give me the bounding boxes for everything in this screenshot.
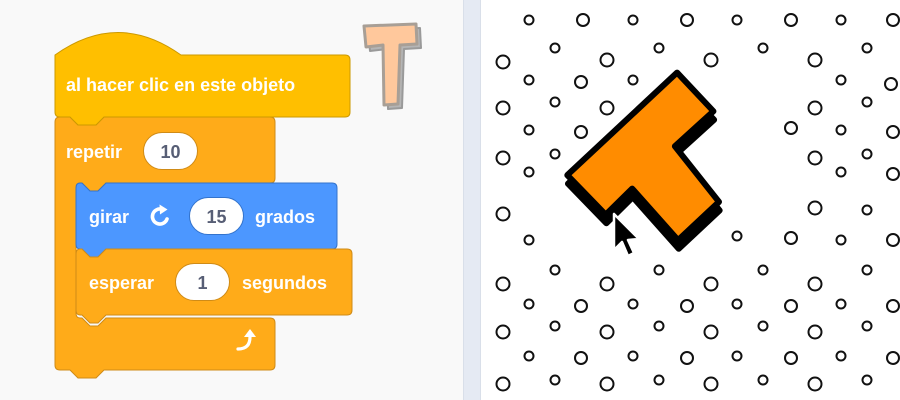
wait-label: esperar [89, 273, 155, 293]
turn-label: girar [89, 207, 130, 227]
repeat-label: repetir [66, 142, 123, 162]
loop-arrow-icon [236, 329, 256, 351]
rotate-clockwise-icon [150, 204, 169, 226]
hat-block-label: al hacer clic en este objeto [66, 75, 296, 95]
code-workspace[interactable]: al hacer clic en este objeto repetir 10 … [0, 0, 463, 400]
turn-degrees-input[interactable]: 15 [189, 197, 244, 235]
stage[interactable] [481, 0, 900, 400]
wait-seconds-input[interactable]: 1 [175, 263, 230, 301]
wait-unit-label: segundos [242, 273, 328, 293]
letter-t-sprite-icon [362, 22, 422, 110]
letter-t-sprite[interactable] [481, 0, 900, 400]
workspace-stage-divider [463, 0, 481, 400]
mouse-pointer-icon [612, 212, 641, 258]
turn-unit-label: grados [255, 207, 316, 227]
repeat-count-input[interactable]: 10 [143, 132, 198, 170]
